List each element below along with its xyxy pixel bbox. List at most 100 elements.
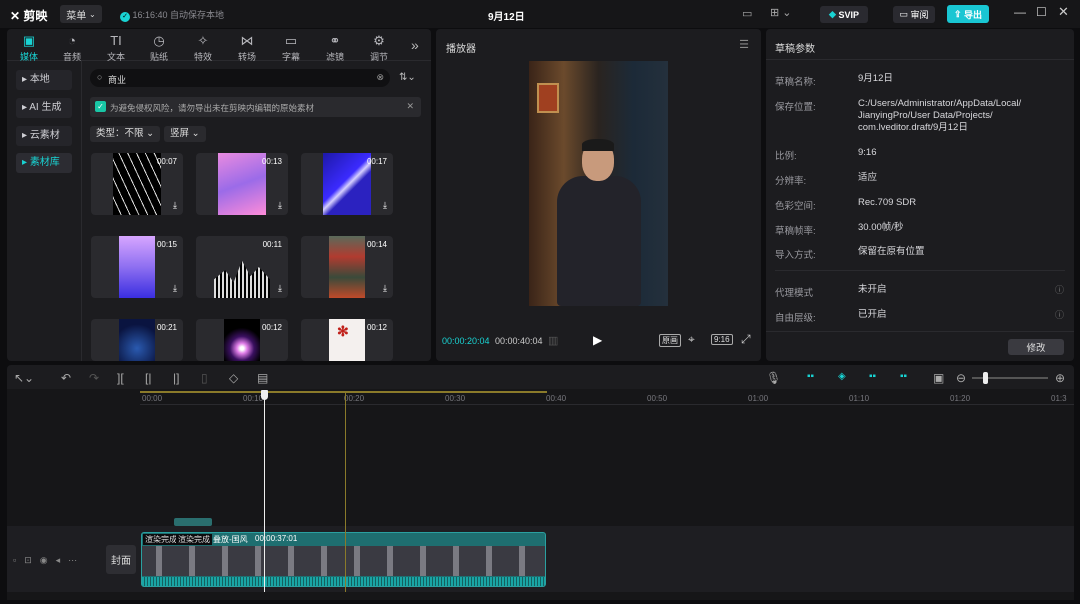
- tab-transition[interactable]: ⋈ 转场: [227, 33, 267, 63]
- screenshot-icon[interactable]: ▣: [933, 371, 944, 385]
- upload-icon: ⇪: [953, 8, 962, 19]
- type-filter-dropdown[interactable]: 类型：不限 ⌄: [90, 126, 161, 142]
- download-icon[interactable]: ⤓: [173, 283, 177, 294]
- library-item[interactable]: 00:13 ⤓: [196, 153, 288, 215]
- delete-icon[interactable]: ▯: [201, 371, 208, 385]
- review-label: 审阅: [910, 10, 929, 20]
- speaker-icon[interactable]: ◂: [56, 555, 69, 565]
- tab-audio[interactable]: ◔ 音频: [52, 33, 92, 63]
- zoom-out-icon[interactable]: ⊖: [956, 371, 966, 385]
- modify-button[interactable]: 修改: [1008, 339, 1064, 355]
- ratio-button[interactable]: 9:16: [711, 334, 733, 345]
- download-icon[interactable]: ⤓: [278, 200, 282, 211]
- tab-caption[interactable]: ▭ 字幕: [271, 33, 311, 63]
- auto-snap-icon[interactable]: ◈: [838, 371, 846, 382]
- waveform-icon[interactable]: ▥: [548, 334, 558, 347]
- export-button[interactable]: ⇪ 导出: [947, 5, 989, 23]
- close-notice-icon[interactable]: ✕: [406, 101, 414, 112]
- duration-label: 00:21: [156, 323, 177, 332]
- library-item[interactable]: 00:11 ⤓: [196, 236, 288, 298]
- tab-adjust[interactable]: ⚙ 调节: [359, 33, 399, 63]
- close-icon[interactable]: ✕: [1058, 4, 1069, 20]
- help-icon[interactable]: ⓘ: [1055, 308, 1064, 321]
- search-input[interactable]: ○ 商业 ⊗: [90, 69, 390, 87]
- render-status-tag: 渲染完成: [176, 534, 212, 545]
- sidebar-item-local[interactable]: ▸ 本地: [16, 70, 72, 90]
- minimize-icon[interactable]: —: [1014, 5, 1026, 19]
- review-button[interactable]: ▭ 审阅: [893, 6, 935, 23]
- download-icon[interactable]: ⤓: [383, 200, 387, 211]
- tab-effects[interactable]: ✧ 特效: [183, 33, 223, 63]
- cover-button[interactable]: 封面: [106, 545, 136, 574]
- field-value: 30.00帧/秒: [858, 222, 904, 233]
- player-menu-icon[interactable]: ☰: [739, 38, 749, 51]
- library-item[interactable]: 00:21: [91, 319, 183, 361]
- fullscreen-icon[interactable]: ⤢: [741, 332, 751, 347]
- overlay-clip-marker[interactable]: [174, 518, 212, 526]
- search-value: 商业: [108, 75, 127, 85]
- trim-right-icon[interactable]: |]: [173, 371, 179, 385]
- undo-icon[interactable]: ↶: [61, 371, 71, 385]
- ruler-label: 01:00: [748, 394, 769, 403]
- download-icon[interactable]: ⤓: [278, 283, 282, 294]
- field-key: 比例:: [775, 151, 797, 162]
- clear-icon[interactable]: ⊗: [376, 72, 384, 83]
- wall-painting: [537, 83, 559, 113]
- more-tabs-icon[interactable]: »: [411, 37, 419, 53]
- playhead[interactable]: [264, 392, 265, 592]
- orientation-filter-dropdown[interactable]: 竖屏 ⌄: [164, 126, 206, 142]
- library-item[interactable]: 00:15 ⤓: [91, 236, 183, 298]
- freeze-icon[interactable]: ▤: [257, 371, 268, 385]
- layout-icon[interactable]: ⊞ ⌄: [770, 6, 792, 19]
- select-tool-icon[interactable]: ↖⌄: [14, 371, 34, 385]
- library-item[interactable]: 00:07 ⤓: [91, 153, 183, 215]
- download-icon[interactable]: ⤓: [173, 200, 177, 211]
- thumbnail-image: [218, 153, 266, 215]
- sort-filter-icon[interactable]: ⇅⌄: [399, 72, 416, 83]
- tab-filter[interactable]: ⚭ 滤镜: [315, 33, 355, 63]
- playhead-handle[interactable]: [261, 390, 268, 400]
- library-item[interactable]: ✻ 00:12: [301, 319, 393, 361]
- sidebar-item-library[interactable]: ▸ 素材库: [16, 153, 72, 173]
- linkage-icon[interactable]: ▪▪: [869, 371, 876, 382]
- more-icon[interactable]: ⋯: [68, 555, 85, 565]
- svip-button[interactable]: ◆ SVIP: [820, 6, 868, 23]
- field-key: 分辨率:: [775, 176, 807, 187]
- help-icon[interactable]: ⓘ: [1055, 283, 1064, 296]
- trim-left-icon[interactable]: [|: [145, 371, 151, 385]
- tab-sticker[interactable]: ◷ 贴纸: [139, 33, 179, 63]
- preview-axis-icon[interactable]: ▪▪: [900, 371, 907, 382]
- main-track-magnet-icon[interactable]: ▪▪: [807, 371, 814, 382]
- tab-media[interactable]: ▣ 媒体: [9, 33, 49, 63]
- check-icon: ✓: [120, 12, 130, 22]
- library-item[interactable]: 00:17 ⤓: [301, 153, 393, 215]
- library-item[interactable]: 00:12: [196, 319, 288, 361]
- lock-icon[interactable]: ⊡: [24, 555, 40, 565]
- crop-icon[interactable]: ⌖: [688, 332, 695, 347]
- duration-label: 00:14: [366, 240, 387, 249]
- split-icon[interactable]: ][: [117, 371, 124, 385]
- sidebar-item-cloud[interactable]: ▸ 云素材: [16, 126, 72, 146]
- zoom-slider-handle[interactable]: [983, 372, 988, 384]
- media-icon: ▣: [22, 33, 36, 48]
- shortcut-icon[interactable]: ▭: [742, 7, 752, 20]
- play-icon[interactable]: ▶: [593, 333, 602, 347]
- sidebar-item-ai[interactable]: ▸ AI 生成: [16, 98, 72, 118]
- library-item[interactable]: 00:14 ⤓: [301, 236, 393, 298]
- quality-button[interactable]: 原画: [659, 334, 681, 347]
- sidebar-item-label: AI 生成: [29, 102, 62, 113]
- zoom-in-icon[interactable]: ⊕: [1055, 371, 1065, 385]
- track-cover-icon[interactable]: ▫: [13, 555, 24, 565]
- download-icon[interactable]: ⤓: [383, 283, 387, 294]
- mark-icon[interactable]: ◇: [229, 371, 238, 385]
- tab-text[interactable]: TI 文本: [96, 33, 136, 63]
- microphone-icon[interactable]: 🎙: [766, 371, 781, 385]
- modify-label: 修改: [1026, 343, 1046, 354]
- eye-icon[interactable]: ◉: [40, 555, 56, 565]
- field-key: 草稿帧率:: [775, 226, 816, 237]
- current-time: 00:00:20:04: [442, 336, 490, 346]
- video-preview[interactable]: [529, 61, 668, 306]
- menu-button[interactable]: 菜单 ⌄: [60, 5, 102, 23]
- maximize-icon[interactable]: ☐: [1036, 5, 1047, 19]
- redo-icon[interactable]: ↷: [89, 371, 99, 385]
